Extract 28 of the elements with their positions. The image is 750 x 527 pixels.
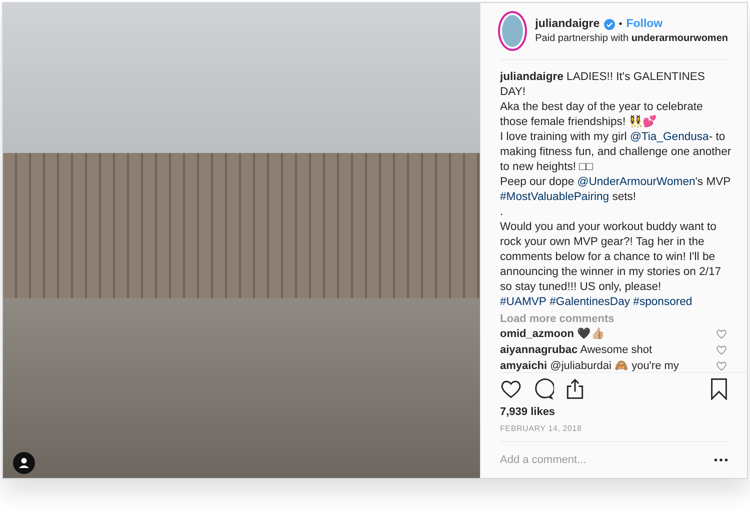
partner-link[interactable]: underarmourwomen — [631, 33, 728, 44]
username-link[interactable]: aiyannagrubac — [500, 344, 578, 356]
post-caption: juliandaigre LADIES!! It's GALENTINES DAY! Aka the best day of the year to celebrate those female friendships! 👯‍♀💕 I love training with my girl @Tia_Gendusa- to making fitness fun, and challenge one another to new heights! □□ Peep our dope @UnderArmourWomen's MVP #MostValuablePairing sets! . Would you and your workout buddy want to rock your own MVP gear?! Tag her in the comments below for a chance to win! I'll be announcing the winner in my stories on 2/17 so stay tuned!!! US only, please! #UAMVP #GalentinesDay #sponsored — [500, 70, 732, 310]
comment-text: aiyannagrubac Awesome shot — [500, 343, 652, 358]
heart-icon[interactable] — [500, 379, 522, 399]
caption-link[interactable]: #GalentinesDay — [550, 296, 630, 308]
bookmark-icon[interactable] — [710, 378, 728, 400]
comment-icon[interactable] — [532, 378, 554, 400]
caption-link[interactable]: @Tia_Gendusa — [630, 131, 709, 143]
partnership-label: Paid partnership with — [535, 33, 629, 44]
comment-input[interactable]: Add a comment... — [500, 454, 714, 466]
username-link[interactable]: juliandaigre — [500, 71, 564, 83]
user-tag-icon[interactable] — [13, 452, 35, 474]
separator: • — [618, 18, 622, 30]
comment-text: omid_azmoon 🖤👍🏼 — [500, 326, 606, 342]
caption-link[interactable]: #UAMVP — [500, 296, 546, 308]
caption-link[interactable]: #sponsored — [633, 296, 692, 308]
post-date: FEBRUARY 14, 2018 — [500, 424, 583, 433]
caption-link[interactable]: #MostValuablePairing — [500, 191, 610, 203]
caption-link[interactable]: @UnderArmourWomen — [577, 176, 696, 188]
comment-text: amyaichi @juliaburdai 🙈 you're my — [500, 359, 679, 372]
share-icon[interactable] — [564, 378, 586, 400]
username-link[interactable]: juliandaigre — [535, 18, 600, 30]
username-link[interactable]: amyaichi — [500, 360, 548, 372]
avatar[interactable] — [500, 13, 526, 49]
username-link[interactable]: omid_azmoon — [500, 328, 574, 340]
more-options-icon[interactable] — [714, 458, 728, 462]
likes-count[interactable]: 7,939 likes — [500, 406, 747, 418]
